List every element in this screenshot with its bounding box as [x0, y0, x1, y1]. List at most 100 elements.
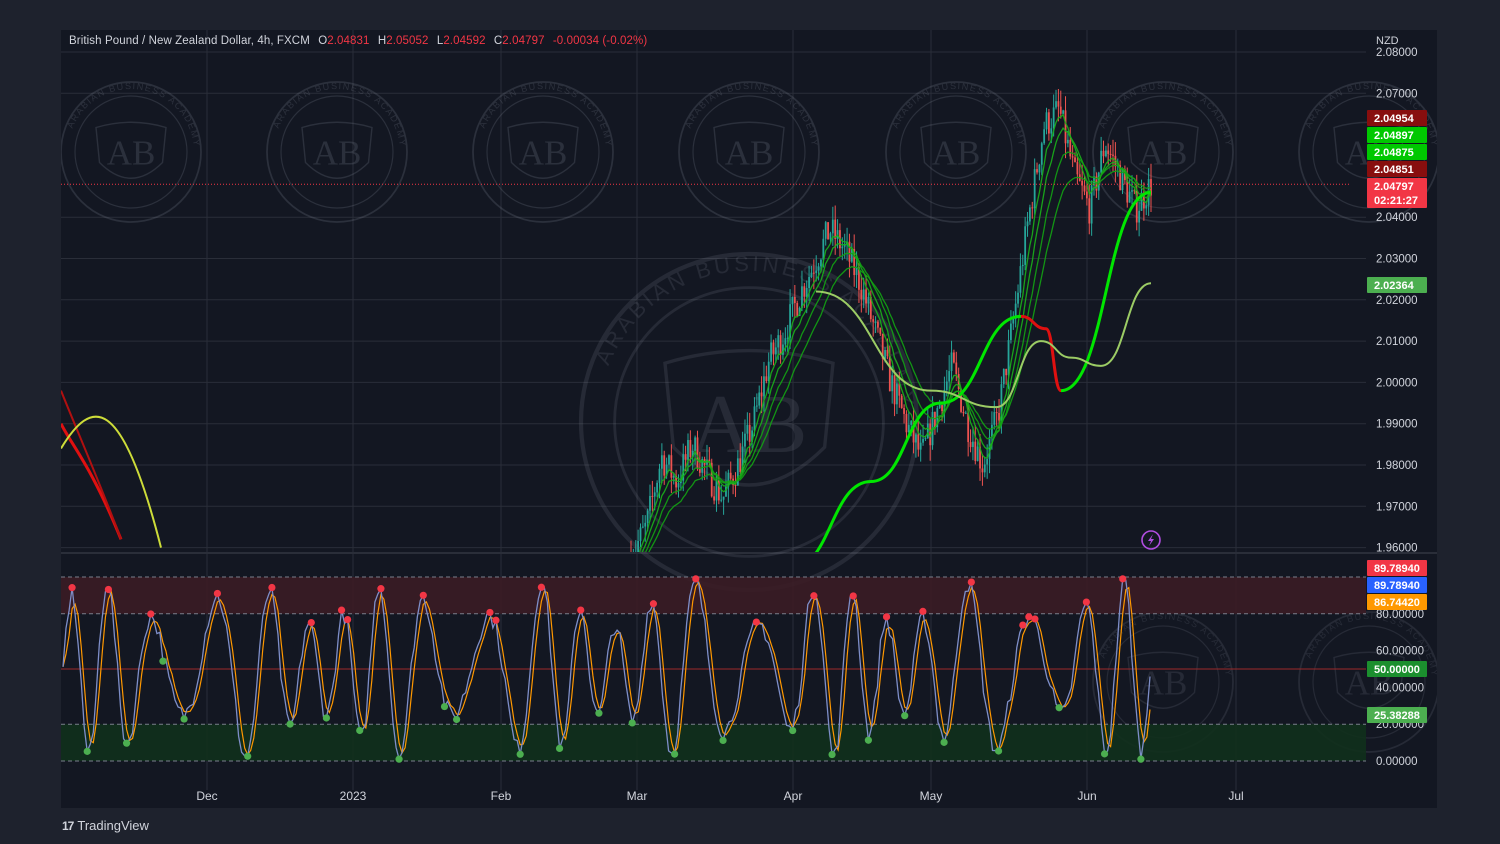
- candle-body: [639, 527, 642, 541]
- candle-body: [734, 484, 737, 486]
- stoch-tick: 80.00000: [1376, 609, 1424, 621]
- high-key: H: [377, 35, 387, 47]
- candle-body: [1019, 266, 1022, 293]
- stoch-overbought-dot: [692, 575, 700, 583]
- candle-body: [1145, 205, 1148, 209]
- candle-body: [1071, 156, 1074, 158]
- candle-body: [986, 458, 989, 465]
- candle-body: [763, 376, 765, 397]
- stoch-tick: 60.00000: [1376, 646, 1424, 658]
- candle-body: [926, 423, 929, 439]
- seal-monogram: AB: [313, 134, 362, 173]
- stoch-overbought-dot: [147, 610, 155, 618]
- candle-body: [915, 434, 917, 443]
- stoch-oversold-dot: [864, 736, 872, 744]
- academy-seal-icon: ABARABIAN BUSINESS ACADEMY: [1092, 81, 1234, 223]
- candle-body: [810, 272, 813, 277]
- candle-body: [976, 446, 979, 461]
- stoch-overbought-dot: [104, 585, 113, 594]
- stoch-overbought-dot: [1119, 575, 1127, 583]
- stoch-overbought-dot: [1019, 621, 1027, 629]
- moving-averages: [61, 113, 1351, 552]
- stoch-oversold-dot: [83, 747, 91, 755]
- candle-body: [900, 395, 903, 409]
- candle-body: [1012, 318, 1015, 324]
- stoch-oversold-dot: [1100, 750, 1109, 758]
- candle-body: [874, 321, 877, 323]
- stoch-oversold-dot: [322, 714, 331, 722]
- candle-body: [696, 437, 699, 469]
- stoch-value-label: 86.74420: [1374, 597, 1420, 609]
- stoch-tick: 40.00000: [1376, 682, 1424, 694]
- candle-body: [746, 424, 749, 434]
- time-tick: 2023: [340, 789, 367, 803]
- candle-body: [820, 259, 822, 267]
- candle-body: [1055, 101, 1057, 108]
- stoch-oversold-dot: [286, 720, 294, 728]
- stoch-oversold-dot: [1055, 704, 1063, 712]
- chart-frame[interactable]: AB ARABIAN BUSINESS ACADEMY AB ARABIAN BUSI…: [61, 30, 1437, 808]
- candle-body: [660, 455, 663, 469]
- price-label: 2.04954: [1374, 113, 1415, 125]
- high-value: 2.05052: [386, 35, 429, 47]
- stoch-oversold-dot: [1137, 755, 1145, 763]
- candle-body: [919, 442, 922, 450]
- ohlc-header: British Pound / New Zealand Dollar, 4h, …: [69, 35, 647, 47]
- candle-body: [748, 424, 751, 442]
- candle-body: [774, 347, 777, 355]
- currency-label: NZD: [1376, 35, 1399, 47]
- stoch-oversold-dot: [994, 747, 1003, 755]
- chart-canvas[interactable]: ABARABIAN BUSINESS ACADEMY ABARABIAN BUSI…: [61, 30, 1437, 808]
- candle-body: [831, 219, 834, 234]
- stoch-overbought-dot: [810, 592, 818, 600]
- candle-body: [658, 468, 661, 483]
- symbol-title[interactable]: British Pound / New Zealand Dollar, 4h, …: [69, 35, 310, 47]
- candle-body: [786, 337, 789, 339]
- candle-body: [972, 441, 974, 448]
- candle-body: [753, 406, 756, 431]
- overbought-zone: [61, 577, 1366, 614]
- candle-body: [945, 381, 948, 390]
- time-tick: Feb: [491, 789, 512, 803]
- candle-body: [1038, 164, 1041, 173]
- candle-body: [865, 289, 867, 304]
- price-tick: 2.01000: [1376, 336, 1418, 348]
- seal-monogram: AB: [932, 134, 981, 173]
- candle-body: [905, 413, 908, 433]
- countdown-label: 02:21:27: [1374, 195, 1418, 207]
- candle-body: [668, 455, 670, 465]
- candle-body: [812, 272, 815, 274]
- tradingview-brand[interactable]: 17 TradingView: [62, 818, 149, 833]
- candle-body: [760, 392, 763, 397]
- candle-body: [653, 492, 656, 497]
- stochastic-zones: [61, 576, 1366, 762]
- candle-body: [689, 440, 692, 457]
- candle-body: [815, 270, 818, 274]
- candle-body: [1029, 207, 1031, 222]
- candle-body: [651, 495, 654, 497]
- candle-body: [888, 356, 891, 392]
- stoch-oversold-dot: [159, 657, 167, 665]
- stoch-oversold-dot: [516, 750, 524, 758]
- candle-body: [808, 276, 810, 289]
- candle-body: [772, 342, 775, 355]
- candle-body: [1052, 107, 1055, 129]
- price-tick: 2.07000: [1376, 88, 1418, 100]
- lightning-icon[interactable]: [1141, 530, 1161, 550]
- stoch-value-label: 50.00000: [1374, 664, 1420, 676]
- candle-body: [1102, 150, 1105, 157]
- stoch-overbought-dot: [307, 618, 315, 627]
- candle-body: [995, 412, 998, 414]
- candle-body: [1059, 106, 1062, 114]
- candle-body: [687, 440, 689, 460]
- stoch-oversold-dot: [595, 709, 603, 717]
- low-value: 2.04592: [443, 35, 486, 47]
- candle-body: [784, 338, 787, 345]
- candle-body: [903, 408, 905, 414]
- candle-body: [1109, 153, 1112, 155]
- candle-body: [948, 371, 951, 382]
- stoch-overbought-dot: [377, 585, 385, 593]
- price-tick: 2.00000: [1376, 377, 1418, 389]
- candle-body: [917, 434, 920, 450]
- stoch-overbought-dot: [919, 607, 927, 615]
